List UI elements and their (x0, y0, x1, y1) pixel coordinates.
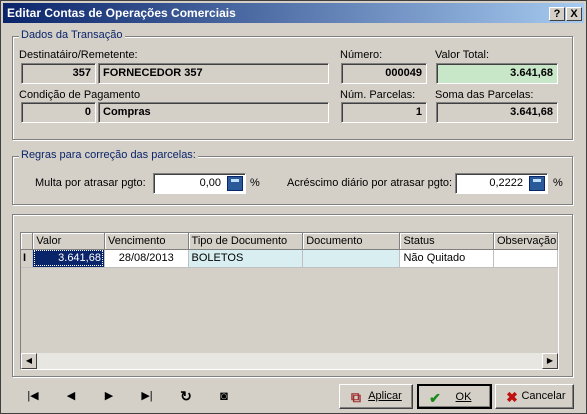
col-tipo-documento[interactable]: Tipo de Documento (188, 233, 304, 250)
multa-label: Multa por atrasar pgto: (35, 177, 146, 189)
cancelar-button[interactable]: ✖ Cancelar (495, 384, 574, 409)
multa-unit: % (250, 177, 260, 189)
cell-vencimento[interactable]: 28/08/2013 (104, 249, 189, 268)
first-record-icon[interactable]: |◀ (22, 385, 44, 407)
dialog-window: Editar Contas de Operações Comerciais ? … (0, 0, 587, 414)
ok-label: OK (455, 391, 472, 403)
col-valor[interactable]: Valor (32, 233, 105, 250)
grid-header-row: Valor Vencimento Tipo de Documento Docum… (21, 233, 558, 250)
cell-tipo[interactable]: BOLETOS (188, 249, 304, 268)
cancel-x-icon: ✖ (506, 389, 518, 405)
window-title: Editar Contas de Operações Comerciais (7, 6, 236, 20)
num-parcelas-label: Núm. Parcelas: (340, 89, 416, 101)
col-status[interactable]: Status (399, 233, 494, 250)
cell-status[interactable]: Não Quitado (399, 249, 494, 268)
cancelar-label: Cancelar (521, 390, 566, 402)
title-bar: Editar Contas de Operações Comerciais ? … (3, 3, 584, 23)
help-button[interactable]: ? (549, 7, 565, 21)
check-icon: ✔ (429, 390, 441, 406)
aplicar-label: Aplicar (368, 390, 402, 402)
acrescimo-input[interactable]: 0,2222 (455, 173, 548, 194)
cell-obs[interactable] (493, 249, 558, 268)
calculator-icon[interactable] (529, 176, 545, 191)
col-documento[interactable]: Documento (302, 233, 401, 250)
installments-grid[interactable]: Valor Vencimento Tipo de Documento Docum… (20, 232, 559, 370)
soma-field[interactable]: 3.641,68 (436, 102, 558, 123)
col-observacao[interactable]: Observação (493, 233, 558, 250)
horizontal-scrollbar[interactable]: ◀ ▶ (21, 353, 558, 369)
prev-record-icon[interactable]: ◀ (60, 385, 82, 407)
dest-label: Destinatáiro/Remetente: (19, 49, 138, 61)
cell-documento[interactable] (302, 249, 401, 268)
dest-name-field[interactable]: FORNECEDOR 357 (98, 63, 329, 84)
ok-button[interactable]: ✔ OK (417, 384, 492, 409)
row-indicator: I (21, 249, 34, 268)
apply-icon: ⧉ (351, 389, 361, 405)
dest-code-field[interactable]: 357 (21, 63, 96, 84)
cell-valor[interactable]: 3.641,68 (32, 249, 105, 268)
cancel-edit-icon[interactable]: ◙ (213, 385, 235, 407)
soma-label: Soma das Parcelas: (435, 89, 534, 101)
multa-value: 0,00 (199, 177, 221, 189)
grid-header-indicator (21, 233, 34, 250)
rules-legend: Regras para correção das parcelas: (19, 149, 198, 161)
last-record-icon[interactable]: ▶| (136, 385, 158, 407)
col-vencimento[interactable]: Vencimento (104, 233, 189, 250)
valor-total-field[interactable]: 3.641,68 (436, 63, 558, 84)
num-parcelas-field[interactable]: 1 (341, 102, 427, 123)
refresh-icon[interactable]: ↻ (175, 385, 197, 407)
cond-label: Condição de Pagamento (19, 89, 141, 101)
valor-total-label: Valor Total: (435, 49, 490, 61)
transaction-legend: Dados da Transação (19, 29, 125, 41)
cond-name-field[interactable]: Compras (98, 102, 329, 123)
calculator-icon[interactable] (227, 176, 243, 191)
numero-label: Número: (340, 49, 383, 61)
acrescimo-value: 0,2222 (489, 177, 523, 189)
next-record-icon[interactable]: ▶ (98, 385, 120, 407)
acrescimo-unit: % (553, 177, 563, 189)
table-row[interactable]: I 3.641,68 28/08/2013 BOLETOS Não Quitad… (21, 249, 558, 268)
cond-code-field[interactable]: 0 (21, 102, 96, 123)
scroll-right-icon[interactable]: ▶ (542, 353, 558, 369)
close-button[interactable]: X (566, 7, 582, 21)
multa-input[interactable]: 0,00 (153, 173, 246, 194)
acrescimo-label: Acréscimo diário por atrasar pgto: (287, 177, 453, 189)
scroll-left-icon[interactable]: ◀ (21, 353, 37, 369)
aplicar-button[interactable]: ⧉ Aplicar (339, 384, 413, 409)
numero-field[interactable]: 000049 (341, 63, 427, 84)
